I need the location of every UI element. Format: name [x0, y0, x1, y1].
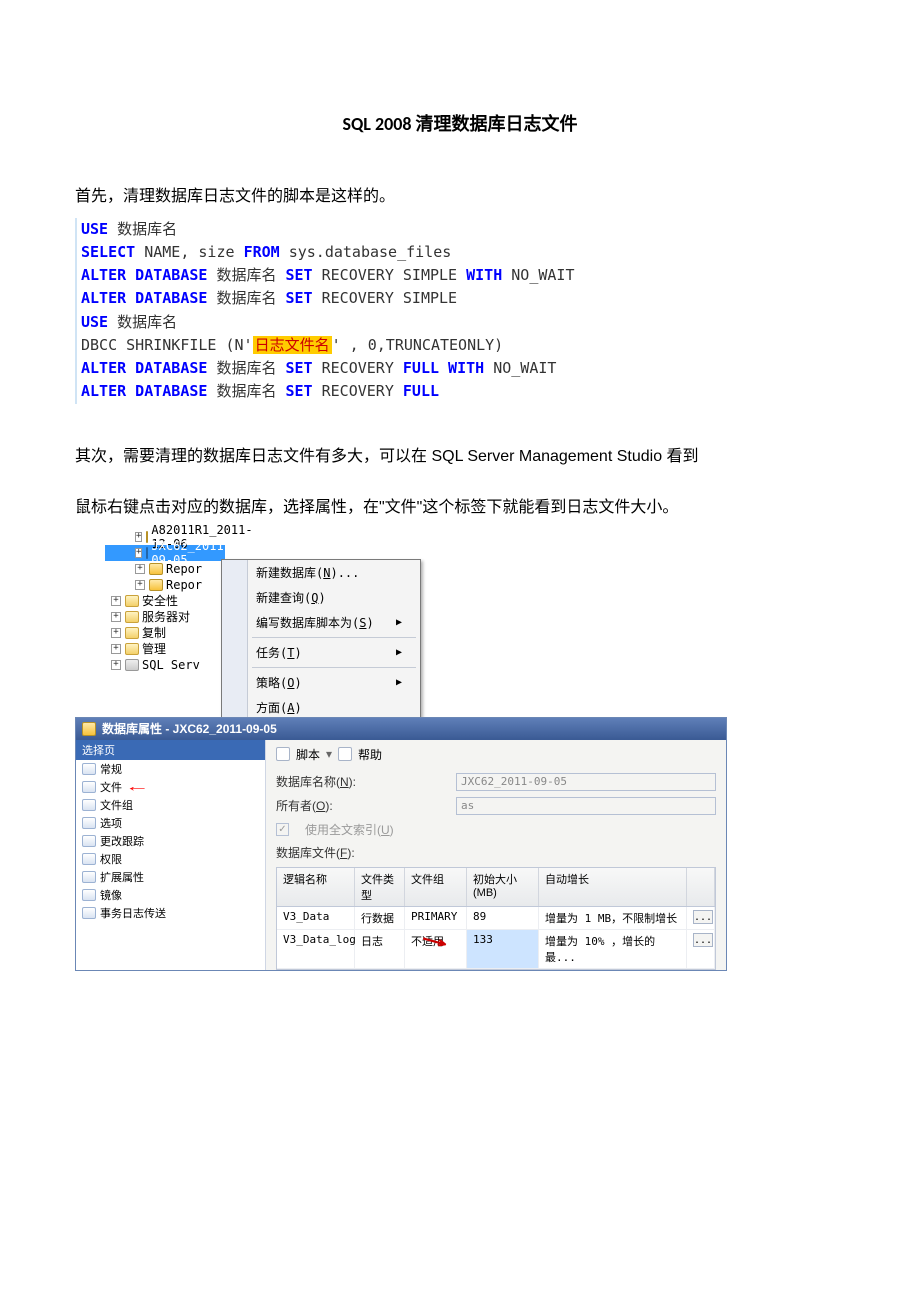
side-item-changetracking[interactable]: 更改跟踪 — [76, 832, 265, 850]
ctx-new-query[interactable]: 新建查询(Q) — [222, 585, 420, 610]
chevron-right-icon: ▶ — [396, 677, 402, 688]
tree-item-sqlserv[interactable]: +SQL Serv — [105, 657, 225, 673]
dialog-main: 脚本 ▾ 帮助 数据库名称(N): 所有者(O): ✓ 使用全文索引(U) 数据… — [266, 740, 726, 970]
side-item-extended[interactable]: 扩展属性 — [76, 868, 265, 886]
dialog-database-properties: 数据库属性 - JXC62_2011-09-05 选择页 常规 文件← 文件组 … — [75, 717, 727, 971]
expand-icon[interactable]: + — [111, 660, 121, 670]
server-icon — [125, 659, 139, 671]
help-icon[interactable] — [338, 747, 352, 761]
chevron-right-icon: ▶ — [396, 617, 402, 628]
page-title: SQL 2008 清理数据库日志文件 — [75, 110, 845, 136]
paragraph-3: 鼠标右键点击对应的数据库，选择属性，在"文件"这个标签下就能看到日志文件大小。 — [75, 495, 845, 521]
side-item-logshipping[interactable]: 事务日志传送 — [76, 904, 265, 922]
side-item-mirror[interactable]: 镜像 — [76, 886, 265, 904]
ellipsis-button[interactable]: ... — [693, 933, 713, 947]
input-dbname[interactable] — [456, 773, 716, 791]
label-owner: 所有者(O): — [276, 797, 446, 814]
ctx-tasks[interactable]: 任务(T)▶ — [222, 640, 420, 665]
ctx-policy[interactable]: 策略(O)▶ — [222, 670, 420, 695]
page-icon — [82, 853, 96, 865]
folder-icon — [125, 643, 139, 655]
expand-icon[interactable]: + — [135, 548, 142, 558]
expand-icon[interactable]: + — [135, 532, 142, 542]
grid-row-data[interactable]: V3_Data 行数据 PRIMARY 89 增量为 1 MB，不限制增长 ..… — [277, 907, 715, 930]
tree-screenshot: +A82011R1_2011-12-06 +JXC62_2011-09-05 +… — [105, 529, 425, 673]
expand-icon[interactable]: + — [111, 596, 121, 606]
grid-row-log[interactable]: V3_Data_log 日志 不适用 →133 增量为 10% ，增长的最...… — [277, 930, 715, 969]
database-icon — [146, 531, 148, 543]
database-icon — [82, 722, 96, 736]
input-owner[interactable] — [456, 797, 716, 815]
folder-icon — [125, 627, 139, 639]
chevron-down-icon[interactable]: ▾ — [326, 747, 332, 761]
page-icon — [82, 871, 96, 883]
tree-item-selected[interactable]: +JXC62_2011-09-05 — [105, 545, 225, 561]
ctx-new-database[interactable]: 新建数据库(N)... — [222, 560, 420, 585]
folder-icon — [125, 611, 139, 623]
side-item-options[interactable]: 选项 — [76, 814, 265, 832]
page-icon — [82, 907, 96, 919]
expand-icon[interactable]: + — [135, 564, 145, 574]
script-icon[interactable] — [276, 747, 290, 761]
label-fulltext: 使用全文索引(U) — [305, 821, 394, 838]
toolbar-script-label[interactable]: 脚本 — [296, 746, 320, 763]
database-icon — [149, 563, 163, 575]
page-icon — [82, 799, 96, 811]
dialog-title-bar: 数据库属性 - JXC62_2011-09-05 — [76, 718, 726, 740]
tree-item-db4[interactable]: +Repor — [105, 577, 225, 593]
dialog-title: 数据库属性 - JXC62_2011-09-05 — [102, 720, 277, 737]
checkbox-fulltext: ✓ — [276, 823, 289, 836]
ctx-script[interactable]: 编写数据库脚本为(S)▶ — [222, 610, 420, 635]
page-icon — [82, 781, 96, 793]
page-icon — [82, 889, 96, 901]
expand-icon[interactable]: + — [111, 628, 121, 638]
paragraph-2: 其次，需要清理的数据库日志文件有多大，可以在 SQL Server Manage… — [75, 444, 845, 470]
side-item-permissions[interactable]: 权限 — [76, 850, 265, 868]
grid-header: 逻辑名称 文件类型 文件组 初始大小(MB) 自动增长 — [277, 868, 715, 907]
expand-icon[interactable]: + — [111, 612, 121, 622]
database-icon — [146, 547, 148, 559]
paragraph-intro: 首先，清理数据库日志文件的脚本是这样的。 — [75, 184, 845, 210]
page-icon — [82, 817, 96, 829]
folder-icon — [125, 595, 139, 607]
tree-item-serverobjects[interactable]: +服务器对 — [105, 609, 225, 625]
page-icon — [82, 835, 96, 847]
sidebar-header: 选择页 — [76, 740, 265, 760]
chevron-right-icon: ▶ — [396, 647, 402, 658]
tree-item-management[interactable]: +管理 — [105, 641, 225, 657]
expand-icon[interactable]: + — [135, 580, 145, 590]
database-icon — [149, 579, 163, 591]
toolbar-help-label[interactable]: 帮助 — [358, 746, 382, 763]
tree-item-security[interactable]: +安全性 — [105, 593, 225, 609]
red-arrow-icon: ← — [124, 778, 149, 794]
dialog-sidebar: 选择页 常规 文件← 文件组 选项 更改跟踪 权限 扩展属性 镜像 事务日志传送 — [76, 740, 266, 970]
side-item-files[interactable]: 文件← — [76, 778, 265, 796]
expand-icon[interactable]: + — [111, 644, 121, 654]
files-grid: 逻辑名称 文件类型 文件组 初始大小(MB) 自动增长 V3_Data 行数据 … — [276, 867, 716, 970]
side-item-filegroups[interactable]: 文件组 — [76, 796, 265, 814]
dialog-toolbar: 脚本 ▾ 帮助 — [276, 746, 716, 763]
ellipsis-button[interactable]: ... — [693, 910, 713, 924]
sql-code-block: USE 数据库名 SELECT NAME, size FROM sys.data… — [75, 218, 845, 404]
tree-item-replication[interactable]: +复制 — [105, 625, 225, 641]
page-icon — [82, 763, 96, 775]
label-dbname: 数据库名称(N): — [276, 773, 446, 790]
side-item-general[interactable]: 常规 — [76, 760, 265, 778]
label-databasefiles: 数据库文件(F): — [276, 844, 446, 861]
